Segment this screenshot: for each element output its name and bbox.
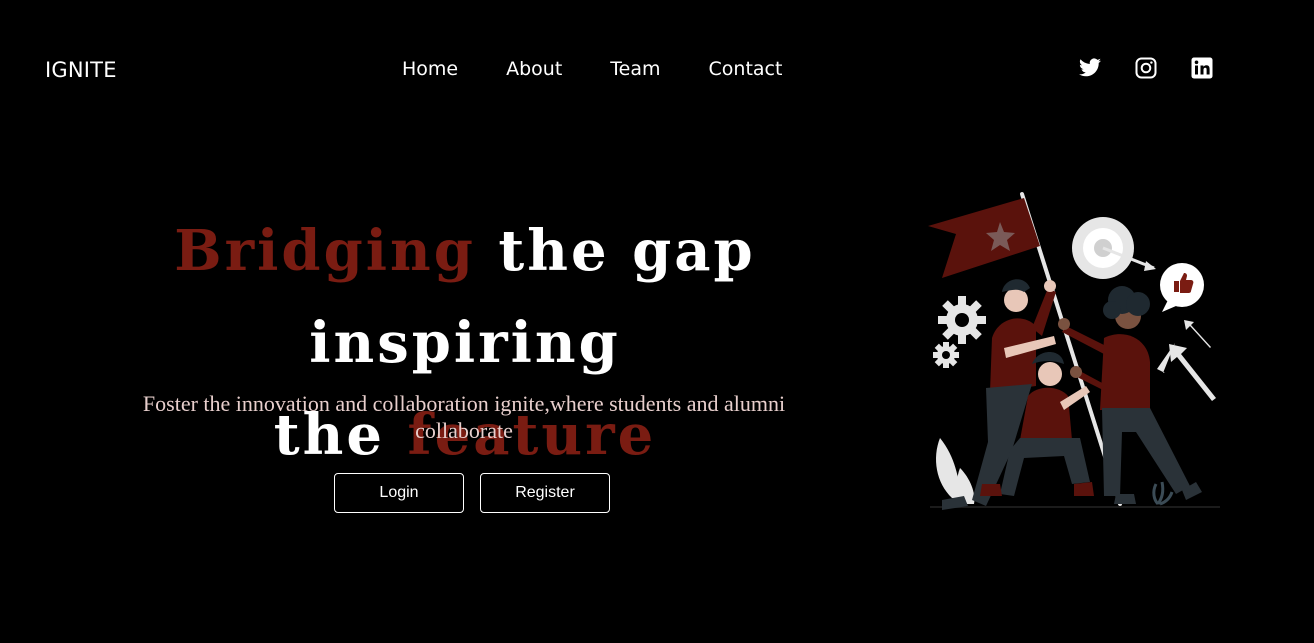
login-button[interactable]: Login [334,473,464,513]
landing-page: IGNITE Home About Team Contact Bridging … [0,0,1314,643]
hero-title-bridging: Bridging [174,218,476,284]
nav-contact[interactable]: Contact [709,58,783,80]
linkedin-icon[interactable] [1190,56,1214,80]
instagram-icon[interactable] [1134,56,1158,80]
register-button[interactable]: Register [480,473,610,513]
brand-logo[interactable]: IGNITE [45,58,117,82]
hero-actions: Login Register [334,473,610,513]
nav-home[interactable]: Home [402,58,458,80]
twitter-icon[interactable] [1078,56,1102,80]
nav-team[interactable]: Team [610,58,660,80]
nav-about[interactable]: About [506,58,562,80]
social-links [1078,56,1246,80]
hero-subtitle: Foster the innovation and collaboration … [142,391,786,443]
team-flag-illustration [928,192,1220,510]
main-nav: Home About Team Contact [402,58,830,80]
